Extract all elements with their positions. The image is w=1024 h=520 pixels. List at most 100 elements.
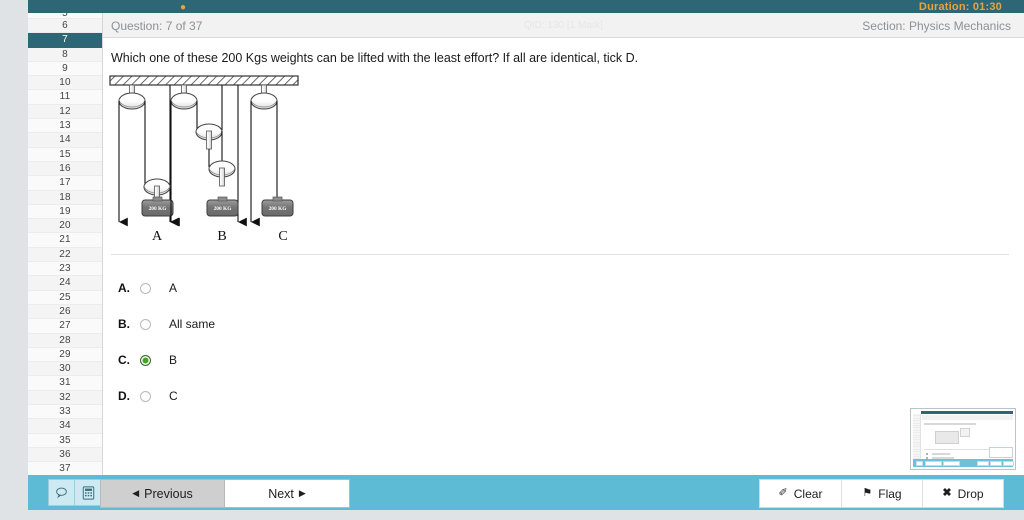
palette-question-34[interactable]: 34 <box>28 419 102 434</box>
palette-question-23[interactable]: 23 <box>28 262 102 277</box>
tool-button-group <box>48 479 102 506</box>
svg-text:200 KG: 200 KG <box>269 206 288 212</box>
palette-question-21[interactable]: 21 <box>28 233 102 248</box>
palette-question-16[interactable]: 16 <box>28 161 102 177</box>
option-letter: B. <box>118 317 130 331</box>
comment-button[interactable] <box>48 479 75 506</box>
palette-question-15[interactable]: 15 <box>28 147 102 162</box>
thumbnail-flag-button <box>990 460 1002 466</box>
palette-question-36[interactable]: 36 <box>28 447 102 463</box>
next-label: Next <box>268 486 294 501</box>
option-letter: A. <box>118 281 130 295</box>
palette-question-number: 25 <box>59 291 71 303</box>
pulley-diagram: 200 KG A 200 KG B 200 KG C <box>108 74 1014 244</box>
pulley-diagram-svg: 200 KG A 200 KG B 200 KG C <box>109 75 299 244</box>
palette-question-9[interactable]: 9 <box>28 61 102 77</box>
palette-question-17[interactable]: 17 <box>28 176 102 191</box>
close-icon: ✖ <box>942 487 952 499</box>
palette-question-number: 10 <box>59 77 71 89</box>
answer-option-d[interactable]: D. C <box>118 378 1014 414</box>
palette-question-27[interactable]: 27 <box>28 319 102 334</box>
palette-question-number: 8 <box>62 48 68 60</box>
palette-question-29[interactable]: 29 <box>28 347 102 363</box>
thumbnail-prev-button <box>925 460 942 466</box>
palette-question-14[interactable]: 14 <box>28 133 102 148</box>
flag-button[interactable]: ⚑ Flag <box>841 480 922 507</box>
previous-button[interactable]: ◀ Previous <box>101 480 225 507</box>
palette-question-number: 13 <box>59 120 71 132</box>
palette-question-number: 36 <box>59 448 71 460</box>
option-letter: C. <box>118 353 130 367</box>
section-label: Section: Physics Mechanics <box>862 19 1011 33</box>
palette-question-18[interactable]: 18 <box>28 190 102 205</box>
next-button[interactable]: Next ▶ <box>225 480 349 507</box>
answer-option-c[interactable]: C. B <box>118 342 1014 378</box>
svg-text:200 KG: 200 KG <box>214 206 233 212</box>
answer-option-a[interactable]: A. A <box>118 270 1014 306</box>
screen-thumbnail-preview[interactable] <box>910 408 1016 470</box>
palette-question-number: 21 <box>59 234 71 246</box>
palette-question-35[interactable]: 35 <box>28 433 102 448</box>
next-arrow-icon: ▶ <box>298 488 306 498</box>
thumbnail-question-header <box>922 415 1013 420</box>
palette-question-25[interactable]: 25 <box>28 290 102 305</box>
palette-question-number: 30 <box>59 363 71 375</box>
svg-text:A: A <box>152 229 163 244</box>
palette-question-24[interactable]: 24 <box>28 276 102 291</box>
palette-question-number: 19 <box>59 205 71 217</box>
answer-options[interactable]: A. A B. All same C. B D. C <box>118 270 1014 414</box>
question-counter: Question: 7 of 37 <box>111 19 203 33</box>
question-palette[interactable]: 5 6 7 8 9 10 11 12 13 14 15 16 17 18 19 20 21 22 23 24 25 26 2… <box>28 13 103 475</box>
palette-question-26[interactable]: 26 <box>28 304 102 320</box>
option-text: A <box>169 281 178 295</box>
option-text: All same <box>169 317 216 331</box>
palette-question-8[interactable]: 8 <box>28 47 102 62</box>
palette-question-31[interactable]: 31 <box>28 376 102 391</box>
eraser-icon: ✐ <box>778 487 788 499</box>
thumbnail-inner-preview <box>989 447 1013 458</box>
palette-question-number: 29 <box>59 348 71 360</box>
palette-question-number: 24 <box>59 277 71 289</box>
option-letter: D. <box>118 389 130 403</box>
svg-text:200 KG: 200 KG <box>149 206 168 212</box>
palette-question-10[interactable]: 10 <box>28 76 102 91</box>
option-radio-button[interactable] <box>140 390 151 402</box>
palette-question-number: 7 <box>62 34 68 46</box>
duration-label: Duration: 01:30 <box>918 1 1002 13</box>
palette-question-30[interactable]: 30 <box>28 362 102 377</box>
previous-label: Previous <box>144 486 193 501</box>
palette-question-number: 20 <box>59 220 71 232</box>
thumbnail-figure <box>935 431 959 444</box>
palette-question-13[interactable]: 13 <box>28 119 102 134</box>
palette-question-28[interactable]: 28 <box>28 333 102 348</box>
palette-question-6[interactable]: 6 <box>28 19 102 34</box>
palette-question-number: 27 <box>59 320 71 332</box>
palette-question-33[interactable]: 33 <box>28 405 102 420</box>
answer-option-b[interactable]: B. All same <box>118 306 1014 342</box>
clear-button[interactable]: ✐ Clear <box>760 480 841 507</box>
flag-label: Flag <box>878 486 902 501</box>
calculator-button[interactable] <box>75 479 102 506</box>
option-radio-button[interactable] <box>140 354 151 366</box>
top-status-strip: ● Duration: 01:30 <box>28 0 1024 13</box>
option-radio-button[interactable] <box>140 282 151 294</box>
palette-question-19[interactable]: 19 <box>28 204 102 220</box>
palette-question-32[interactable]: 32 <box>28 390 102 406</box>
action-buttons: ✐ Clear ⚑ Flag ✖ Drop <box>759 479 1004 508</box>
drop-label: Drop <box>957 486 984 501</box>
palette-question-number: 23 <box>59 263 71 275</box>
option-text: B <box>169 353 178 367</box>
palette-question-number: 35 <box>59 434 71 446</box>
palette-question-20[interactable]: 20 <box>28 219 102 234</box>
palette-question-number: 12 <box>59 105 71 117</box>
drop-button[interactable]: ✖ Drop <box>922 480 1003 507</box>
thumbnail-option-line <box>932 453 950 455</box>
question-id-label: QID: 130 [1 Mark] <box>524 20 603 31</box>
palette-question-22[interactable]: 22 <box>28 247 102 263</box>
palette-question-7[interactable]: 7 <box>28 33 102 48</box>
palette-question-12[interactable]: 12 <box>28 104 102 120</box>
palette-question-37[interactable]: 37 <box>28 462 102 475</box>
palette-question-11[interactable]: 11 <box>28 90 102 105</box>
palette-question-number: 11 <box>59 91 71 103</box>
option-radio-button[interactable] <box>140 318 151 330</box>
